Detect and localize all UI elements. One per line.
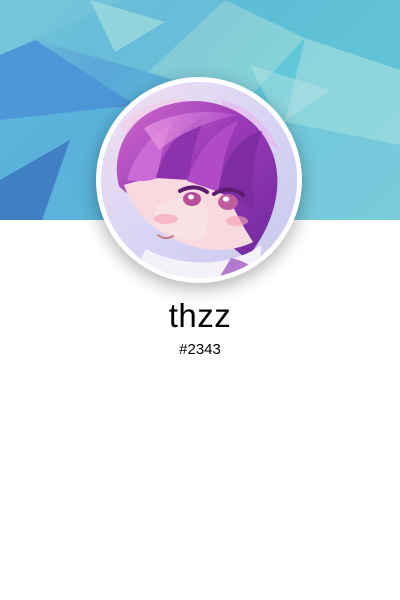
user-id: #2343 (179, 341, 221, 358)
username: thzz (168, 297, 232, 334)
avatar[interactable] (101, 82, 297, 278)
avatar-frame[interactable] (96, 77, 302, 283)
anime-character-avatar-icon (101, 82, 297, 278)
profile-page: thzz #2343 (0, 0, 400, 600)
